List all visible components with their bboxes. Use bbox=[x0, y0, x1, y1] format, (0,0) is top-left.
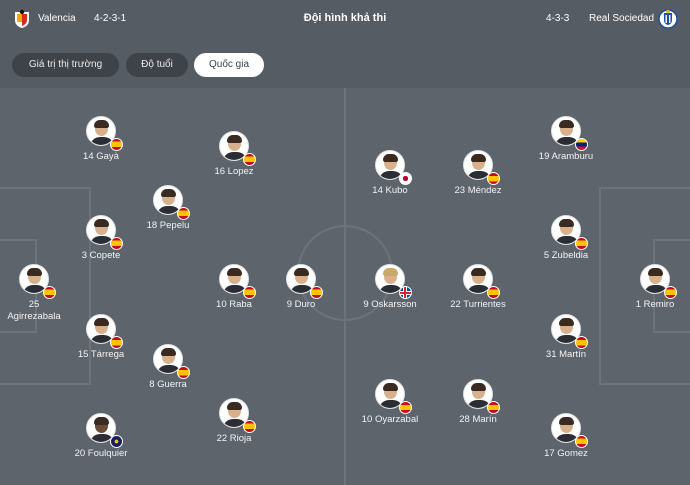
spain-flag-icon bbox=[177, 366, 190, 379]
player-name: 8 Guerra bbox=[149, 379, 187, 390]
lineup-header: Valencia 4-2-3-1 Đội hình khả thi 4-3-3 … bbox=[0, 0, 690, 40]
player-away-6[interactable]: 9 Oskarsson bbox=[350, 264, 430, 311]
player-name: 1 Remiro bbox=[635, 299, 675, 310]
player-home-11[interactable]: 22 Rioja bbox=[194, 398, 274, 445]
spain-flag-icon bbox=[487, 286, 500, 299]
spain-flag-icon bbox=[110, 336, 123, 349]
country-flag-icon bbox=[110, 435, 123, 448]
spain-flag-icon bbox=[575, 336, 588, 349]
spain-flag-icon bbox=[664, 286, 677, 299]
player-home-9[interactable]: 8 Guerra bbox=[128, 344, 208, 391]
player-name: 25 Agirrezabala bbox=[7, 299, 61, 322]
player-home-2[interactable]: 16 Lopez bbox=[194, 131, 274, 178]
player-name: 14 Kubo bbox=[372, 185, 408, 196]
player-away-10[interactable]: 28 Marín bbox=[438, 379, 518, 426]
player-name: 9 Duro bbox=[286, 299, 316, 310]
player-away-11[interactable]: 17 Gomez bbox=[526, 413, 606, 460]
japan-flag-icon bbox=[399, 172, 412, 185]
spain-flag-icon bbox=[43, 286, 56, 299]
player-away-7[interactable]: 22 Turrientes bbox=[438, 264, 518, 311]
spain-flag-icon bbox=[110, 138, 123, 151]
player-home-10[interactable]: 20 Foulquier bbox=[61, 413, 141, 460]
spain-flag-icon bbox=[243, 286, 256, 299]
spain-flag-icon bbox=[487, 401, 500, 414]
spain-flag-icon bbox=[399, 401, 412, 414]
player-away-8[interactable]: 31 Martín bbox=[526, 314, 606, 361]
player-name: 5 Zubeldia bbox=[543, 250, 589, 261]
spain-flag-icon bbox=[243, 420, 256, 433]
player-name: 17 Gomez bbox=[544, 448, 588, 459]
venezuela-flag-icon bbox=[575, 138, 588, 151]
player-name: 23 Méndez bbox=[454, 185, 502, 196]
spain-flag-icon bbox=[575, 435, 588, 448]
tab-age[interactable]: Độ tuổi bbox=[126, 53, 188, 77]
player-name: 28 Marín bbox=[459, 414, 497, 425]
player-name: 31 Martín bbox=[545, 349, 587, 360]
player-away-3[interactable]: 23 Méndez bbox=[438, 150, 518, 197]
real-sociedad-crest-icon bbox=[658, 9, 678, 29]
player-away-9[interactable]: 10 Oyarzabal bbox=[350, 379, 430, 426]
tab-nationality[interactable]: Quốc gia bbox=[194, 53, 264, 77]
player-name: 14 Gayà bbox=[83, 151, 119, 162]
player-home-7[interactable]: 9 Duro bbox=[261, 264, 341, 311]
tab-market-value[interactable]: Giá trị thị trường bbox=[12, 53, 119, 77]
player-name: 19 Aramburu bbox=[538, 151, 594, 162]
player-home-1[interactable]: 14 Gayà bbox=[61, 116, 141, 163]
player-home-4[interactable]: 3 Copete bbox=[61, 215, 141, 262]
player-name: 20 Foulquier bbox=[74, 448, 128, 459]
iceland-flag-icon bbox=[399, 286, 412, 299]
player-away-2[interactable]: 14 Kubo bbox=[350, 150, 430, 197]
player-name: 22 Turrientes bbox=[450, 299, 506, 310]
lineup-widget: Valencia 4-2-3-1 Đội hình khả thi 4-3-3 … bbox=[0, 0, 690, 485]
spain-flag-icon bbox=[487, 172, 500, 185]
player-name: 22 Rioja bbox=[216, 433, 252, 444]
player-name: 9 Oskarsson bbox=[363, 299, 417, 310]
spain-flag-icon bbox=[243, 153, 256, 166]
spain-flag-icon bbox=[177, 207, 190, 220]
lineup-title: Đội hình khả thi bbox=[303, 12, 387, 24]
player-name: 10 Oyarzabal bbox=[361, 414, 419, 425]
player-name: 3 Copete bbox=[81, 250, 121, 261]
player-away-5[interactable]: 1 Remiro bbox=[615, 264, 690, 311]
away-team-name[interactable]: Real Sociedad bbox=[589, 13, 654, 24]
spain-flag-icon bbox=[110, 237, 123, 250]
spain-flag-icon bbox=[310, 286, 323, 299]
player-name: 16 Lopez bbox=[214, 166, 254, 177]
player-away-4[interactable]: 5 Zubeldia bbox=[526, 215, 606, 262]
away-formation: 4-3-3 bbox=[546, 13, 570, 24]
spain-flag-icon bbox=[575, 237, 588, 250]
player-away-1[interactable]: 19 Aramburu bbox=[526, 116, 606, 163]
